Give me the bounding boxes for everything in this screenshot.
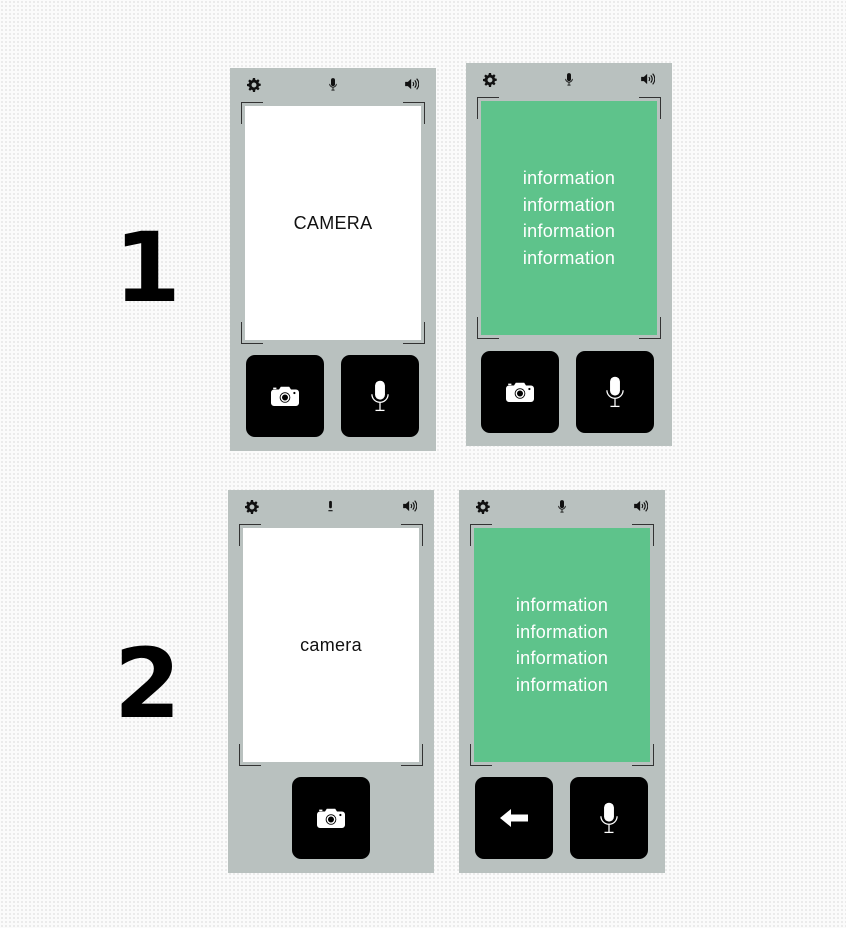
microphone-icon bbox=[606, 376, 624, 408]
status-bar bbox=[459, 490, 665, 526]
speaker-icon[interactable] bbox=[403, 500, 417, 512]
information-screen: information information information info… bbox=[474, 528, 650, 762]
information-line: information bbox=[515, 648, 609, 668]
camera-label: CAMERA bbox=[293, 212, 373, 233]
microphone-button[interactable] bbox=[576, 351, 654, 433]
speaker-icon[interactable] bbox=[641, 73, 655, 85]
camera-button[interactable] bbox=[292, 777, 370, 859]
camera-icon bbox=[506, 382, 534, 402]
microphone-button[interactable] bbox=[570, 777, 648, 859]
information-frame: information information information info… bbox=[477, 97, 661, 339]
microphone-button[interactable] bbox=[341, 355, 419, 437]
information-line: information bbox=[522, 221, 616, 241]
information-line: information bbox=[515, 621, 609, 642]
information-frame: information information information info… bbox=[470, 524, 654, 766]
phone-information-view-2: information information information info… bbox=[459, 490, 665, 873]
camera-screen[interactable]: camera bbox=[243, 528, 419, 762]
microphone-icon bbox=[329, 78, 337, 91]
camera-screen[interactable]: CAMERA bbox=[245, 106, 421, 340]
information-line: information bbox=[522, 194, 616, 215]
information-line: information bbox=[515, 595, 609, 615]
speaker-icon[interactable] bbox=[634, 500, 648, 512]
gear-icon[interactable] bbox=[247, 78, 261, 92]
status-bar bbox=[230, 68, 436, 104]
status-bar bbox=[228, 490, 434, 526]
phone-camera-view-2: camera bbox=[228, 490, 434, 873]
information-screen: information information information info… bbox=[481, 101, 657, 335]
microphone-icon bbox=[600, 802, 618, 834]
microphone-icon bbox=[565, 73, 573, 86]
information-line: information bbox=[515, 674, 609, 695]
gear-icon[interactable] bbox=[245, 500, 259, 514]
information-line: information bbox=[522, 247, 616, 268]
camera-viewfinder: CAMERA bbox=[241, 102, 425, 344]
row-label-1: 1 bbox=[114, 212, 181, 324]
camera-icon bbox=[317, 808, 345, 828]
row-label-2: 2 bbox=[114, 628, 181, 740]
camera-icon bbox=[271, 386, 299, 406]
phone-camera-view-1: CAMERA bbox=[230, 68, 436, 451]
gear-icon[interactable] bbox=[483, 73, 497, 87]
exclamation-icon bbox=[327, 500, 334, 513]
status-bar bbox=[466, 63, 672, 99]
information-line: information bbox=[522, 168, 616, 188]
gear-icon[interactable] bbox=[476, 500, 490, 514]
back-button[interactable] bbox=[475, 777, 553, 859]
phone-information-view-1: information information information info… bbox=[466, 63, 672, 446]
speaker-icon[interactable] bbox=[405, 78, 419, 90]
camera-button[interactable] bbox=[481, 351, 559, 433]
microphone-icon bbox=[558, 500, 566, 513]
microphone-icon bbox=[371, 380, 389, 412]
back-arrow-icon bbox=[500, 809, 528, 827]
camera-viewfinder: camera bbox=[239, 524, 423, 766]
camera-button[interactable] bbox=[246, 355, 324, 437]
camera-label: camera bbox=[300, 634, 362, 655]
